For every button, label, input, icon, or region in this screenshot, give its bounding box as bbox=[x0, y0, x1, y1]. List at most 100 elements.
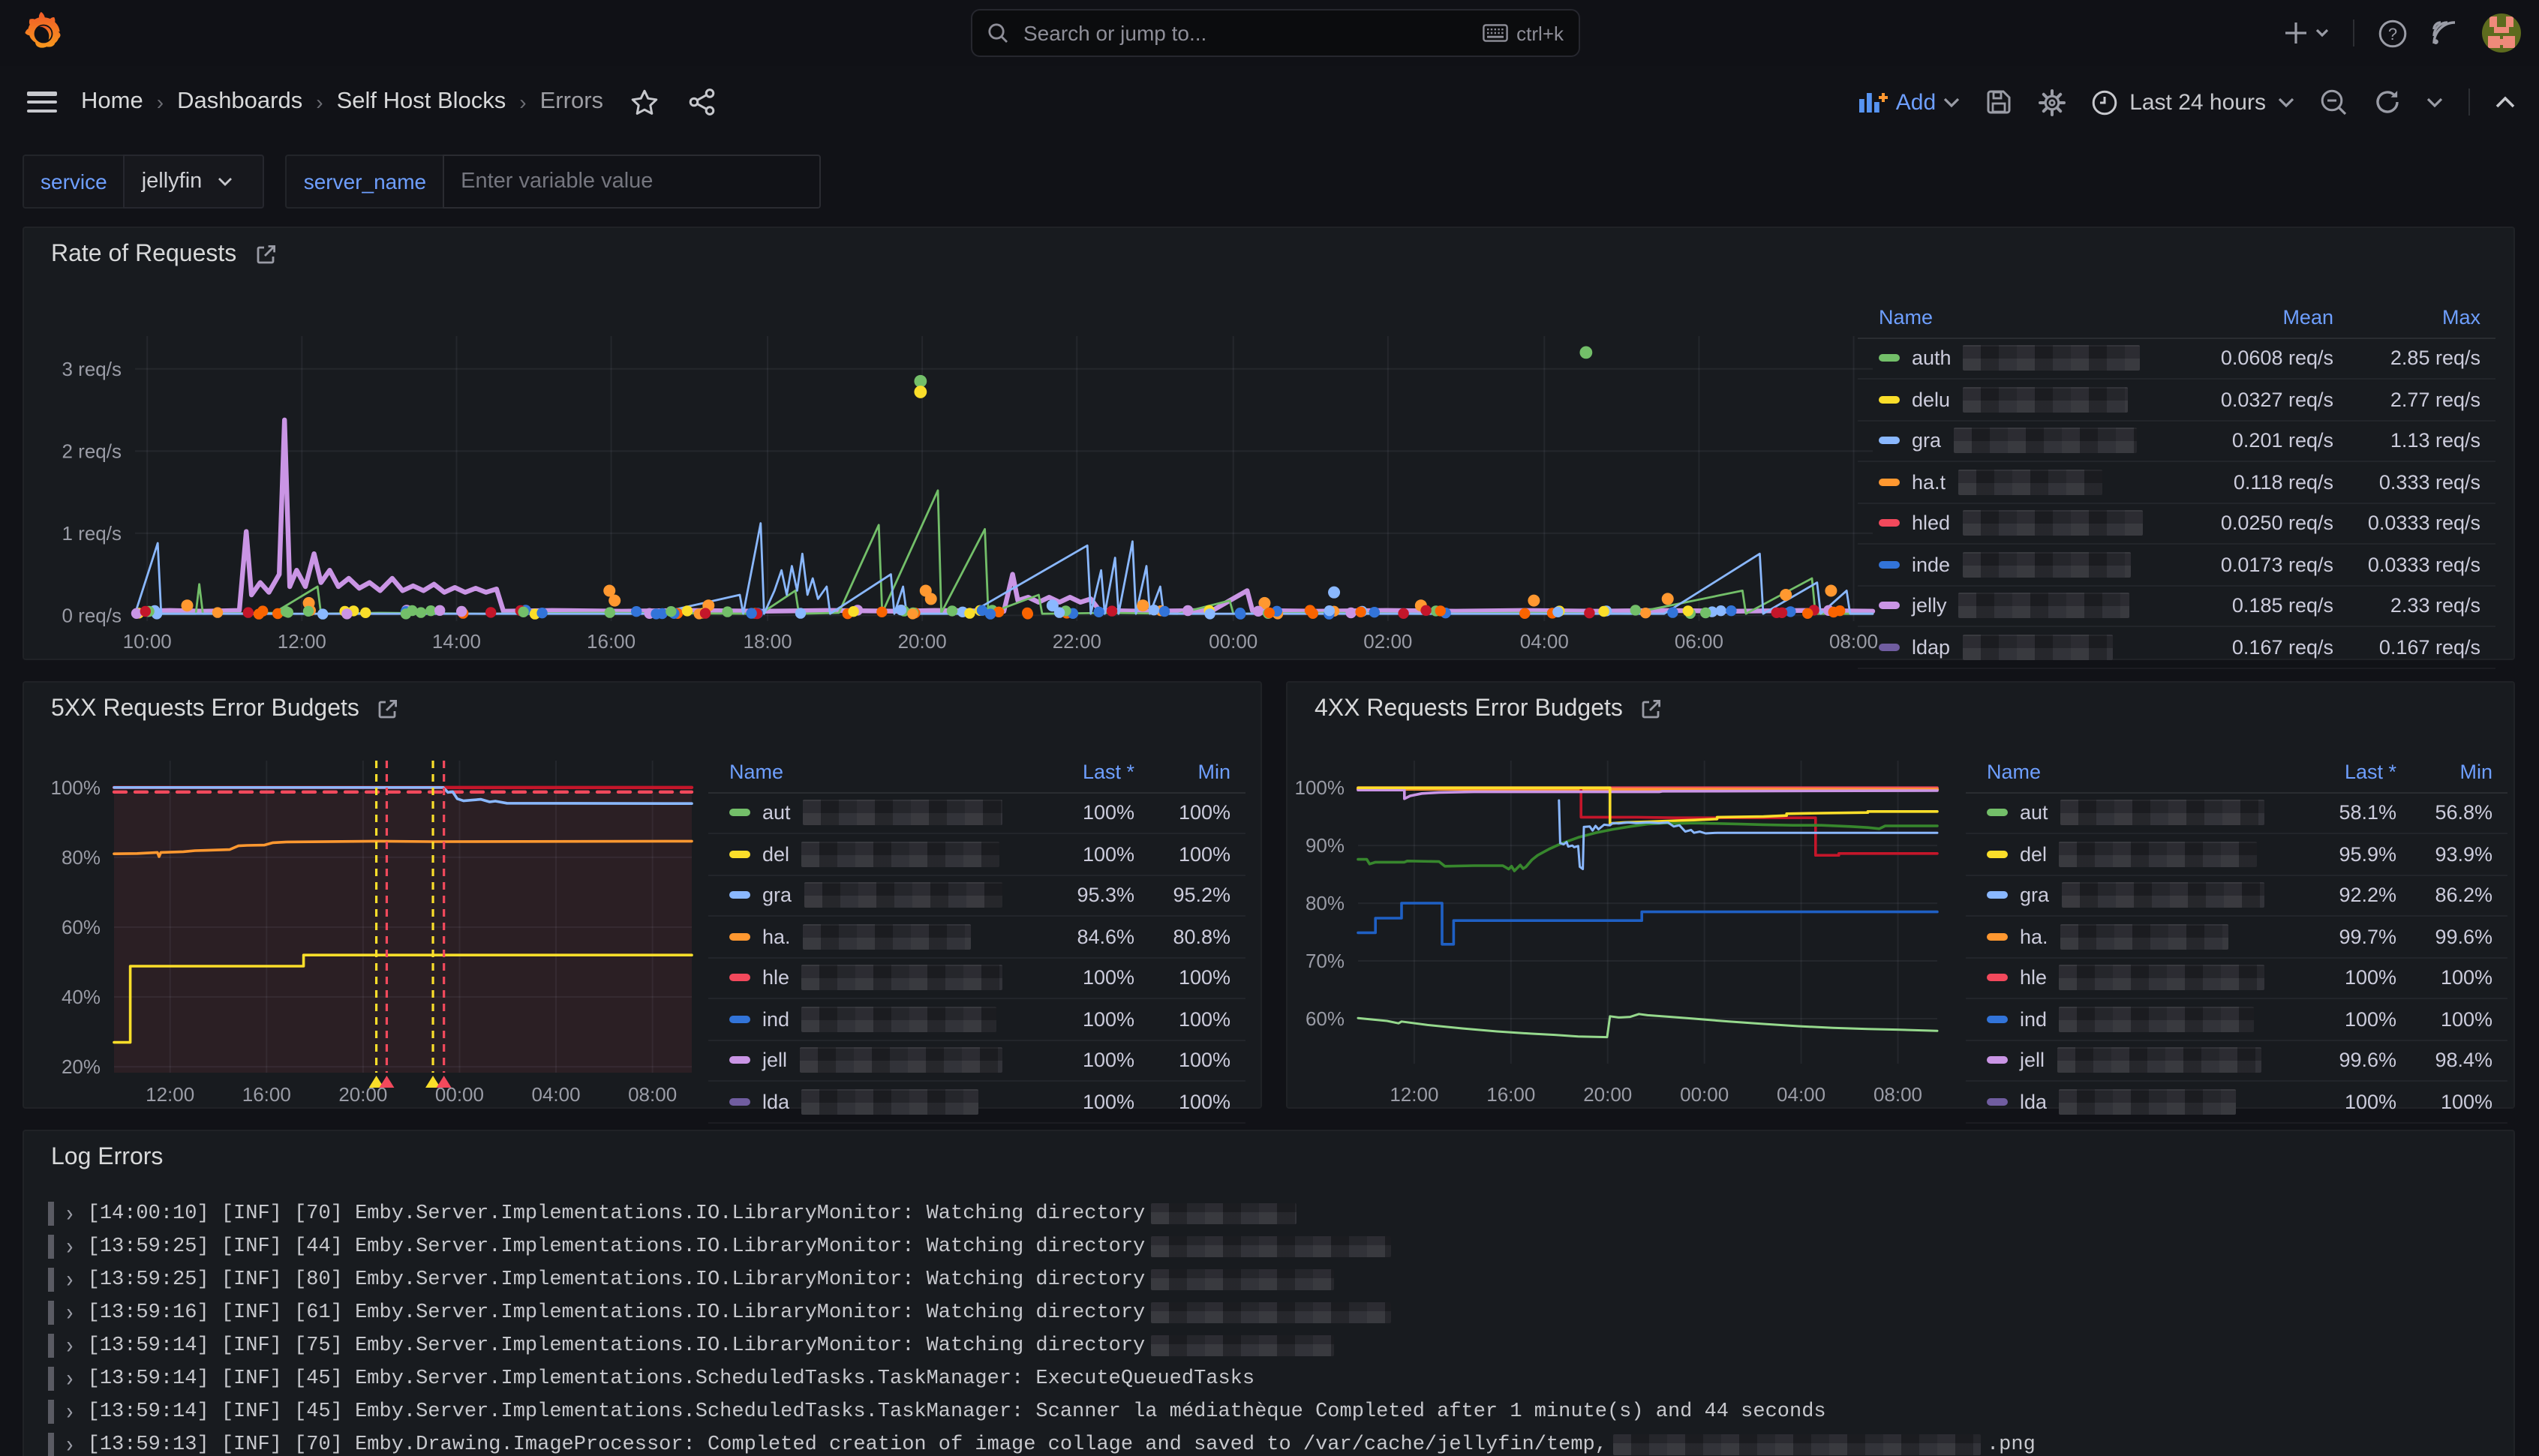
legend-value: 100% bbox=[1134, 802, 1230, 824]
legend-row[interactable]: aut58.1%56.8% bbox=[1966, 793, 2507, 834]
collapse-toolbar-icon[interactable] bbox=[2495, 96, 2515, 108]
svg-text:2 req/s: 2 req/s bbox=[62, 440, 122, 462]
breadcrumb-item[interactable]: Dashboards bbox=[177, 89, 302, 116]
panel-title[interactable]: 5XX Requests Error Budgets bbox=[51, 696, 398, 723]
variable-service-select[interactable]: jellyfin bbox=[124, 155, 265, 209]
time-range-picker[interactable]: Last 24 hours bbox=[2092, 89, 2294, 115]
legend-row[interactable]: lda100%100% bbox=[708, 1082, 1245, 1123]
breadcrumb-item[interactable]: Self Host Blocks bbox=[337, 89, 506, 116]
log-row[interactable]: ›[13:59:14] [INF] [45] Emby.Server.Imple… bbox=[48, 1362, 2498, 1395]
log-row[interactable]: ›[13:59:16] [INF] [61] Emby.Server.Imple… bbox=[48, 1296, 2498, 1329]
news-rss-icon[interactable] bbox=[2431, 20, 2458, 47]
legend-row[interactable]: jell99.6%98.4% bbox=[1966, 1040, 2507, 1082]
log-row[interactable]: ›[13:59:14] [INF] [75] Emby.Server.Imple… bbox=[48, 1329, 2498, 1362]
search-input[interactable] bbox=[1020, 20, 1482, 47]
log-row[interactable]: ›[13:59:25] [INF] [80] Emby.Server.Imple… bbox=[48, 1263, 2498, 1296]
legend-header[interactable]: Name MeanMax bbox=[1858, 297, 2495, 338]
series-name: delu bbox=[1912, 389, 1950, 411]
legend-value: 86.2% bbox=[2396, 884, 2492, 907]
search-icon bbox=[987, 23, 1008, 44]
legend-header[interactable]: Name Last *Min bbox=[1966, 752, 2507, 793]
4xx-legend-table: Name Last *Minaut58.1%56.8%del95.9%93.9%… bbox=[1966, 752, 2507, 1123]
expand-chevron-icon[interactable]: › bbox=[64, 1332, 76, 1359]
4xx-error-budget-chart[interactable]: 60%70%80%90%100%12:0016:0020:0000:0004:0… bbox=[1294, 737, 1954, 1110]
expand-chevron-icon[interactable]: › bbox=[64, 1398, 76, 1425]
panel-title[interactable]: Log Errors bbox=[51, 1145, 163, 1172]
menu-toggle-icon[interactable] bbox=[27, 92, 57, 113]
svg-text:20%: 20% bbox=[62, 1055, 101, 1078]
series-color-chip bbox=[729, 892, 750, 899]
expand-chevron-icon[interactable]: › bbox=[64, 1299, 76, 1326]
save-dashboard-icon[interactable] bbox=[1985, 89, 2012, 116]
avatar[interactable] bbox=[2482, 14, 2521, 53]
help-icon[interactable]: ? bbox=[2378, 19, 2407, 47]
expand-chevron-icon[interactable]: › bbox=[64, 1200, 76, 1227]
panel-title[interactable]: 4XX Requests Error Budgets bbox=[1315, 696, 1662, 723]
log-row[interactable]: › [13:59:13] [INF] [70] Emby.Drawing.Imag… bbox=[48, 1428, 2498, 1456]
new-button[interactable] bbox=[2284, 21, 2329, 45]
legend-row[interactable]: aut100%100% bbox=[708, 793, 1245, 834]
series-color-chip bbox=[1879, 520, 1900, 527]
legend-value: 100% bbox=[1134, 843, 1230, 866]
legend-row[interactable]: jelly0.185 req/s2.33 req/s bbox=[1858, 586, 2495, 627]
refresh-icon[interactable] bbox=[2374, 89, 2401, 116]
log-row[interactable]: ›[13:59:25] [INF] [44] Emby.Server.Imple… bbox=[48, 1230, 2498, 1263]
redacted-text bbox=[801, 1007, 996, 1032]
legend-row[interactable]: jell100%100% bbox=[708, 1040, 1245, 1082]
share-icon[interactable] bbox=[689, 89, 716, 116]
zoom-out-time-icon[interactable] bbox=[2320, 88, 2348, 116]
external-link-icon[interactable] bbox=[254, 245, 275, 266]
panel-title[interactable]: Rate of Requests bbox=[51, 242, 275, 269]
expand-chevron-icon[interactable]: › bbox=[64, 1266, 76, 1293]
legend-header[interactable]: Name Last *Min bbox=[708, 752, 1245, 793]
breadcrumb-item[interactable]: Home bbox=[81, 89, 143, 116]
log-level-bar bbox=[48, 1334, 53, 1358]
series-name: del bbox=[762, 843, 789, 866]
external-link-icon[interactable] bbox=[377, 699, 398, 720]
legend-row[interactable]: del100%100% bbox=[708, 834, 1245, 875]
grafana-logo-icon[interactable] bbox=[21, 12, 63, 54]
svg-text:04:00: 04:00 bbox=[532, 1083, 581, 1106]
legend-row[interactable]: hle100%100% bbox=[708, 958, 1245, 999]
breadcrumb-item[interactable]: Errors bbox=[540, 89, 603, 116]
log-row[interactable]: ›[14:00:10] [INF] [70] Emby.Server.Imple… bbox=[48, 1197, 2498, 1230]
legend-value: 0.185 req/s bbox=[2153, 595, 2333, 617]
legend-row[interactable]: lda100%100% bbox=[1966, 1082, 2507, 1123]
svg-text:16:00: 16:00 bbox=[587, 630, 636, 653]
redacted-text bbox=[1151, 1203, 1297, 1224]
log-row[interactable]: ›[13:59:14] [INF] [45] Emby.Server.Imple… bbox=[48, 1395, 2498, 1428]
expand-chevron-icon[interactable]: › bbox=[64, 1233, 76, 1260]
global-search[interactable]: ctrl+k bbox=[971, 9, 1580, 57]
svg-text:16:00: 16:00 bbox=[1486, 1083, 1535, 1106]
log-text: [13:59:13] [INF] [70] Emby.Drawing.Image… bbox=[88, 1433, 1607, 1456]
series-color-chip bbox=[1879, 355, 1900, 362]
legend-row[interactable]: gra95.3%95.2% bbox=[708, 875, 1245, 917]
external-link-icon[interactable] bbox=[1641, 699, 1662, 720]
5xx-error-budget-chart[interactable]: 20%40%60%80%100%12:0016:0020:0000:0004:0… bbox=[30, 737, 708, 1110]
legend-row[interactable]: inde0.0173 req/s0.0333 req/s bbox=[1858, 545, 2495, 586]
variable-server-name-input[interactable]: Enter variable value bbox=[443, 155, 821, 209]
legend-row[interactable]: hle100%100% bbox=[1966, 958, 2507, 999]
legend-row[interactable]: del95.9%93.9% bbox=[1966, 834, 2507, 875]
legend-row[interactable]: ind100%100% bbox=[1966, 999, 2507, 1040]
favorite-star-icon[interactable] bbox=[630, 88, 659, 116]
legend-row[interactable]: gra0.201 req/s1.13 req/s bbox=[1858, 421, 2495, 462]
legend-row[interactable]: ha.84.6%80.8% bbox=[708, 917, 1245, 958]
expand-chevron-icon[interactable]: › bbox=[64, 1365, 76, 1392]
redacted-text bbox=[1151, 1236, 1391, 1257]
legend-row[interactable]: ind100%100% bbox=[708, 999, 1245, 1040]
refresh-interval-chevron-icon[interactable] bbox=[2426, 97, 2443, 107]
add-button[interactable]: Add bbox=[1858, 89, 1960, 115]
legend-row[interactable]: delu0.0327 req/s2.77 req/s bbox=[1858, 380, 2495, 421]
legend-row[interactable]: ha.99.7%99.6% bbox=[1966, 917, 2507, 958]
legend-row[interactable]: gra92.2%86.2% bbox=[1966, 875, 2507, 917]
legend-row[interactable]: ha.t0.118 req/s0.333 req/s bbox=[1858, 462, 2495, 503]
legend-row[interactable]: ldap0.167 req/s0.167 req/s bbox=[1858, 627, 2495, 668]
rate-of-requests-chart[interactable]: 0 req/s1 req/s2 req/s3 req/s10:0012:0014… bbox=[36, 282, 1885, 657]
dashboard-settings-gear-icon[interactable] bbox=[2038, 88, 2066, 116]
legend-row[interactable]: auth0.0608 req/s2.85 req/s bbox=[1858, 338, 2495, 380]
log-text-suffix: .png bbox=[1987, 1433, 2036, 1456]
expand-chevron-icon[interactable]: › bbox=[64, 1431, 76, 1456]
series-color-chip bbox=[729, 933, 750, 941]
legend-row[interactable]: hled0.0250 req/s0.0333 req/s bbox=[1858, 503, 2495, 545]
